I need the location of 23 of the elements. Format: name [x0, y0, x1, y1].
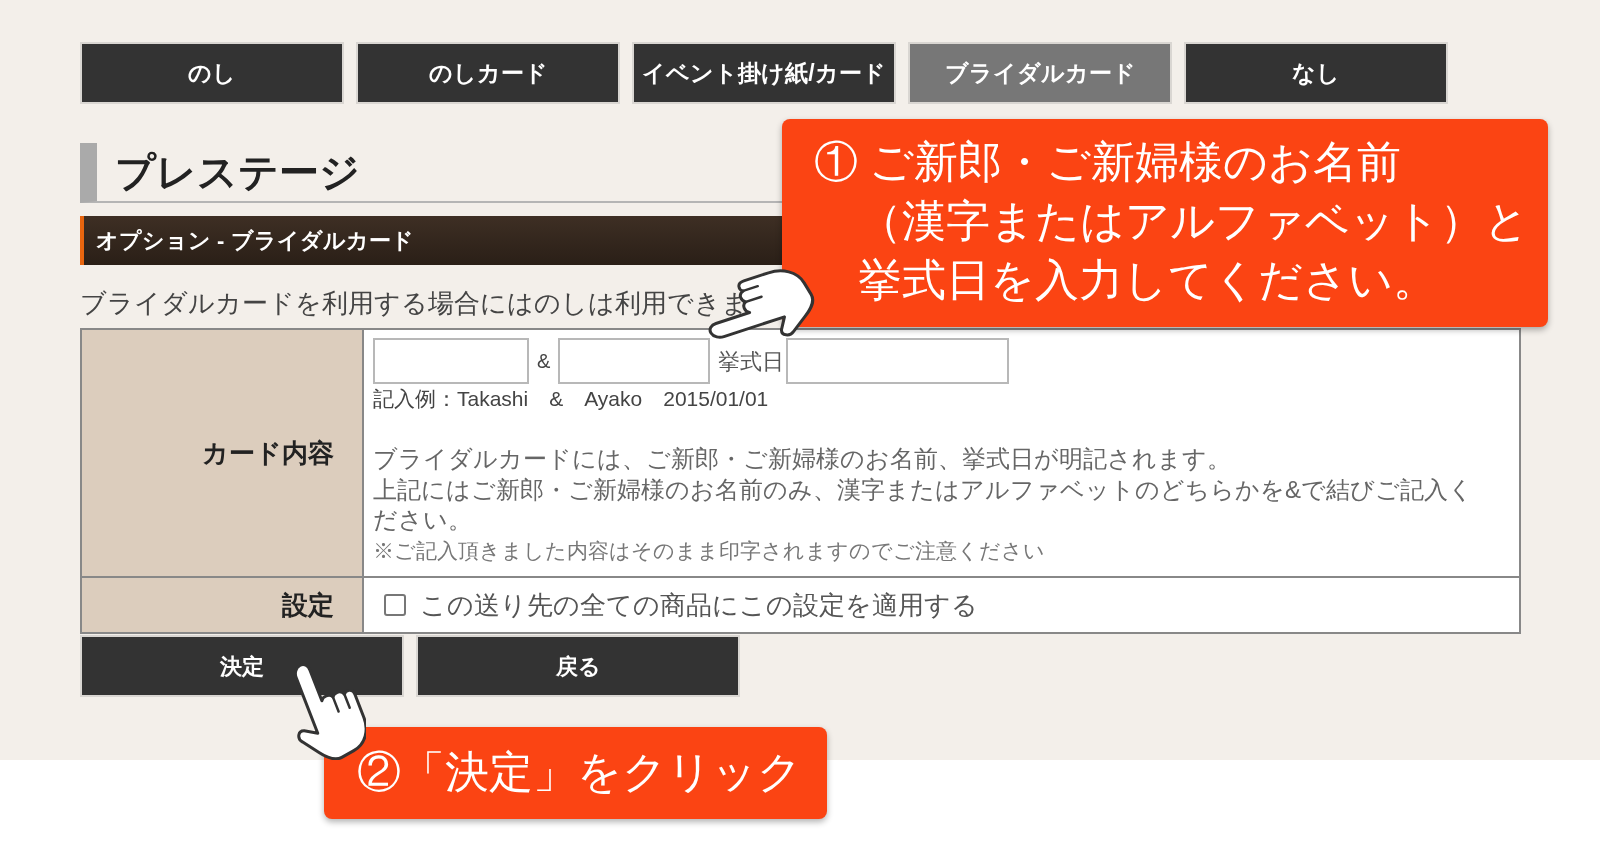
option-tab[interactable]: なし — [1184, 42, 1448, 104]
form-label: 設定 — [82, 578, 364, 632]
checkbox-label: この送り先の全ての商品にこの設定を適用する — [420, 588, 978, 622]
input-field[interactable] — [373, 338, 529, 384]
caution-text: ※ご記入頂きました内容はそのまま印字されますのでご注意ください — [373, 537, 1045, 564]
input-field[interactable] — [786, 338, 1010, 384]
instruction-callout: ②「決定」をクリック — [324, 727, 827, 819]
form-label: カード内容 — [82, 330, 364, 576]
input-field[interactable] — [558, 338, 711, 384]
option-tab[interactable]: ブライダルカード — [908, 42, 1172, 104]
option-tab[interactable]: のしカード — [356, 42, 620, 104]
note-text: 上記にはご新郎・ご新婦様のお名前のみ、漢字またはアルファベットのどちらかを&で結びご記入ください。 — [373, 474, 1474, 535]
action-button[interactable]: 決定 — [80, 635, 404, 697]
option-tab[interactable]: イベント掛け紙/カード — [632, 42, 896, 104]
example-text: 記入例：Takashi & Ayako 2015/01/01 — [373, 386, 769, 412]
checkbox[interactable] — [384, 594, 406, 616]
option-tab[interactable]: のし — [80, 42, 344, 104]
action-button[interactable]: 戻る — [416, 635, 740, 697]
separator-label: & — [537, 349, 551, 374]
intro-text: ブライダルカードを利用する場合にはのしは利用できま — [80, 288, 748, 318]
note-text: ブライダルカードには、ご新郎・ご新婦様のお名前、挙式日が明記されます。 — [373, 444, 1232, 474]
date-label: 挙式日 — [718, 347, 785, 376]
instruction-callout: ① ご新郎・ご新婦様のお名前 （漢字またはアルファベット）と 挙式日を入力してください。 — [782, 119, 1548, 327]
